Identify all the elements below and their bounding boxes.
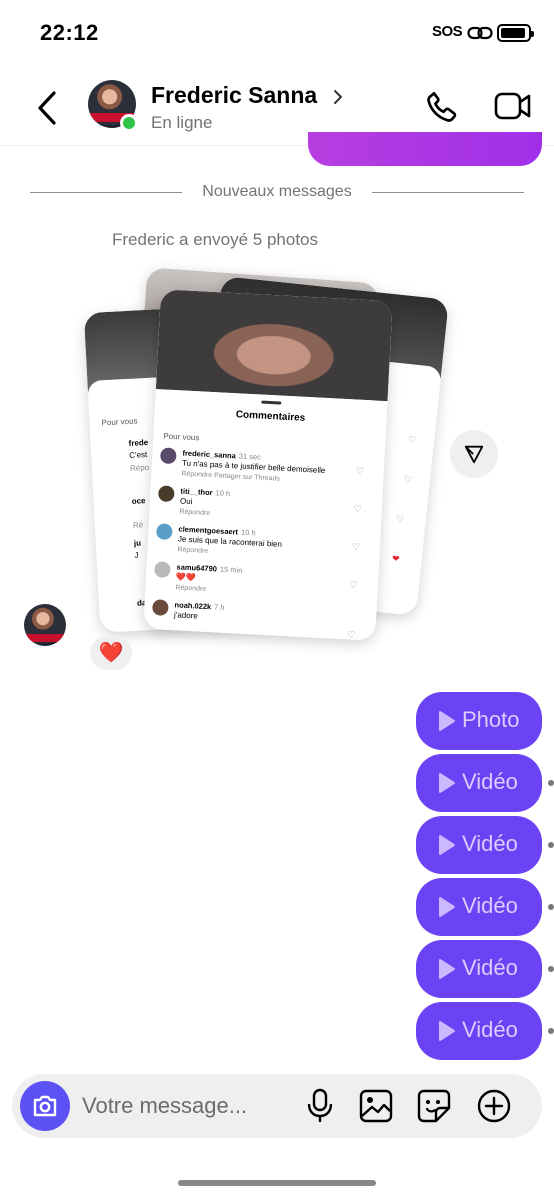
image-icon[interactable] <box>358 1088 394 1124</box>
message-status-dot <box>548 1028 554 1034</box>
comments-title: Commentaires <box>235 409 306 424</box>
sos-indicator: SOS <box>432 23 463 40</box>
back-card-snippet: ju <box>133 538 142 548</box>
media-message-bubble[interactable]: Vidéo <box>416 816 542 874</box>
online-indicator <box>120 114 138 132</box>
back-card-snippet: Répo <box>129 462 150 473</box>
media-message-bubble[interactable]: Photo <box>416 692 542 750</box>
status-time: 22:12 <box>40 20 99 45</box>
media-label: Vidéo <box>462 955 518 980</box>
contact-status: En ligne <box>151 113 213 132</box>
media-label: Vidéo <box>462 831 518 856</box>
play-icon <box>439 897 455 917</box>
chevron-right-icon[interactable] <box>332 88 344 106</box>
heart-reaction[interactable]: ❤️ <box>90 636 132 670</box>
comment-item: clementgoesaert 10 h Je suis que la racon… <box>155 523 367 555</box>
previous-message-bubble[interactable] <box>308 132 542 166</box>
comment-item: samu64790 15 min ❤️❤️ Répondre ♡ <box>153 561 365 593</box>
send-icon <box>464 445 484 464</box>
sticker-icon[interactable] <box>416 1088 452 1124</box>
home-indicator[interactable] <box>178 1180 376 1186</box>
media-label: Vidéo <box>462 893 518 918</box>
status-bar: 22:12 SOS <box>0 0 554 70</box>
media-message-bubble[interactable]: Vidéo <box>416 1002 542 1060</box>
share-button[interactable] <box>450 430 498 478</box>
message-composer <box>12 1074 542 1138</box>
phone-icon[interactable] <box>424 89 460 125</box>
battery-icon <box>497 24 534 42</box>
video-camera-icon[interactable] <box>494 90 532 122</box>
microphone-icon[interactable] <box>306 1088 334 1124</box>
media-label: Vidéo <box>462 1017 518 1042</box>
comment-item: frederic_sanna 31 sec Tu n'as pas à te ju… <box>159 447 371 483</box>
comments-filter: Pour vous <box>163 431 200 443</box>
battery-level <box>501 28 525 38</box>
play-icon <box>439 959 455 979</box>
message-status-dot <box>548 904 554 910</box>
media-label: Photo <box>462 707 520 732</box>
play-icon <box>439 1021 455 1041</box>
message-status-dot <box>548 842 554 848</box>
back-card-snippet: C'est <box>129 450 148 460</box>
contact-name[interactable]: Frederic Sanna <box>151 82 317 109</box>
photo-caption: Frederic a envoyé 5 photos <box>111 230 318 249</box>
back-card-snippet: oce <box>131 496 146 506</box>
comment-item: titi__thor 10 h Oui Répondre ♡ <box>157 485 369 517</box>
back-card-snippet: frede <box>128 437 149 448</box>
comments-sheet: Commentaires Pour vous frederic_sanna 31 … <box>143 389 388 641</box>
message-input[interactable] <box>82 1091 292 1121</box>
play-icon <box>439 835 455 855</box>
media-message-bubble[interactable]: Vidéo <box>416 940 542 998</box>
message-status-dot <box>548 780 554 786</box>
chevron-left-icon[interactable] <box>30 88 64 128</box>
camera-button[interactable] <box>20 1081 70 1131</box>
message-status-dot <box>548 966 554 972</box>
link-icon <box>467 26 493 40</box>
play-icon <box>439 711 455 731</box>
plus-icon[interactable] <box>476 1088 512 1124</box>
media-message-bubble[interactable]: Vidéo <box>416 878 542 936</box>
back-card-filter: Pour vous <box>101 416 138 428</box>
media-message-bubble[interactable]: Vidéo <box>416 754 542 812</box>
media-label: Vidéo <box>462 769 518 794</box>
comment-item: noah.022k 7 h j'adore ♡ <box>151 599 363 640</box>
photo-card-front[interactable]: Commentaires Pour vous frederic_sanna 31 … <box>143 289 393 641</box>
new-messages-divider: Nouveaux messages <box>30 180 524 206</box>
back-card-snippet: J <box>134 550 139 560</box>
sender-avatar[interactable] <box>24 604 66 646</box>
back-card-snippet: Ré <box>132 520 144 530</box>
photo-stack[interactable]: ♡ ♡ ♡ ❤ Pour vous frede C'est Répo oce R… <box>80 265 449 655</box>
camera-icon <box>33 1095 57 1117</box>
play-icon <box>439 773 455 793</box>
